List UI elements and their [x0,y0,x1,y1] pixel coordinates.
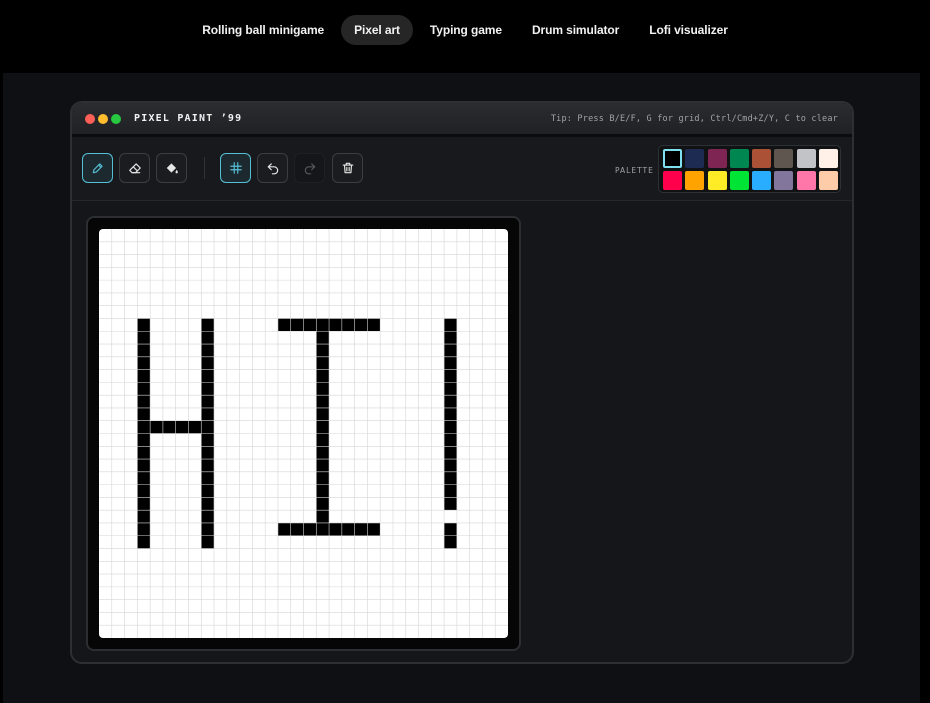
nav-item-pixel-art[interactable]: Pixel art [341,15,413,45]
toolbar: PALETTE [72,137,852,201]
palette-swatch[interactable] [774,171,794,190]
pixel-paint-window: PIXEL PAINT ’99 Tip: Press B/E/F, G for … [70,101,854,664]
window-titlebar: PIXEL PAINT ’99 Tip: Press B/E/F, G for … [72,103,852,137]
palette-swatch[interactable] [685,149,705,168]
painted-pixels [316,331,330,523]
redo-button[interactable] [294,153,325,183]
color-palette [658,145,841,193]
maximize-dot[interactable] [111,113,121,124]
palette-swatch[interactable] [796,171,816,190]
palette-swatch[interactable] [796,149,816,168]
pixel-canvas[interactable] [99,229,508,638]
toolbar-separator [204,157,205,179]
palette-swatch[interactable] [707,171,727,190]
palette-swatch[interactable] [663,149,682,168]
eraser-icon [128,163,141,174]
pencil-icon [92,163,103,174]
trash-icon [342,162,353,174]
fill-tool-button[interactable] [156,153,187,183]
nav-item-drum-simulator[interactable]: Drum simulator [519,15,632,45]
palette-swatch[interactable] [774,149,794,168]
window-title: PIXEL PAINT ’99 [134,113,243,124]
top-navigation: Rolling ball minigame Pixel art Typing gam… [0,0,930,60]
palette-swatch[interactable] [752,149,772,168]
pixel-grid[interactable] [99,229,508,638]
palette-swatch[interactable] [729,171,749,190]
close-dot[interactable] [85,113,95,124]
eraser-tool-button[interactable] [119,153,150,183]
palette-swatch[interactable] [819,171,839,190]
clear-canvas-button[interactable] [332,153,363,183]
undo-icon [267,163,278,175]
palette-swatch[interactable] [685,171,705,190]
palette-swatch[interactable] [707,149,727,168]
grid-toggle-button[interactable] [220,153,251,183]
nav-item-lofi-visualizer[interactable]: Lofi visualizer [636,15,741,45]
minimize-dot[interactable] [98,113,108,124]
undo-button[interactable] [257,153,288,183]
redo-icon [304,163,315,175]
palette-swatch[interactable] [752,171,772,190]
nav-item-rolling-ball-minigame[interactable]: Rolling ball minigame [189,15,337,45]
painted-pixels [444,318,457,511]
palette-swatch[interactable] [729,149,749,168]
canvas-frame [86,216,521,651]
shortcut-tip: Tip: Press B/E/F, G for grid, Ctrl/Cmd+Z… [550,113,838,124]
fill-bucket-icon [166,163,178,174]
palette-swatch[interactable] [819,149,839,168]
nav-item-typing-game[interactable]: Typing game [417,15,515,45]
grid-icon [229,162,242,174]
palette-label: PALETTE [615,166,654,175]
pencil-tool-button[interactable] [82,153,113,183]
palette-swatch[interactable] [663,171,682,190]
